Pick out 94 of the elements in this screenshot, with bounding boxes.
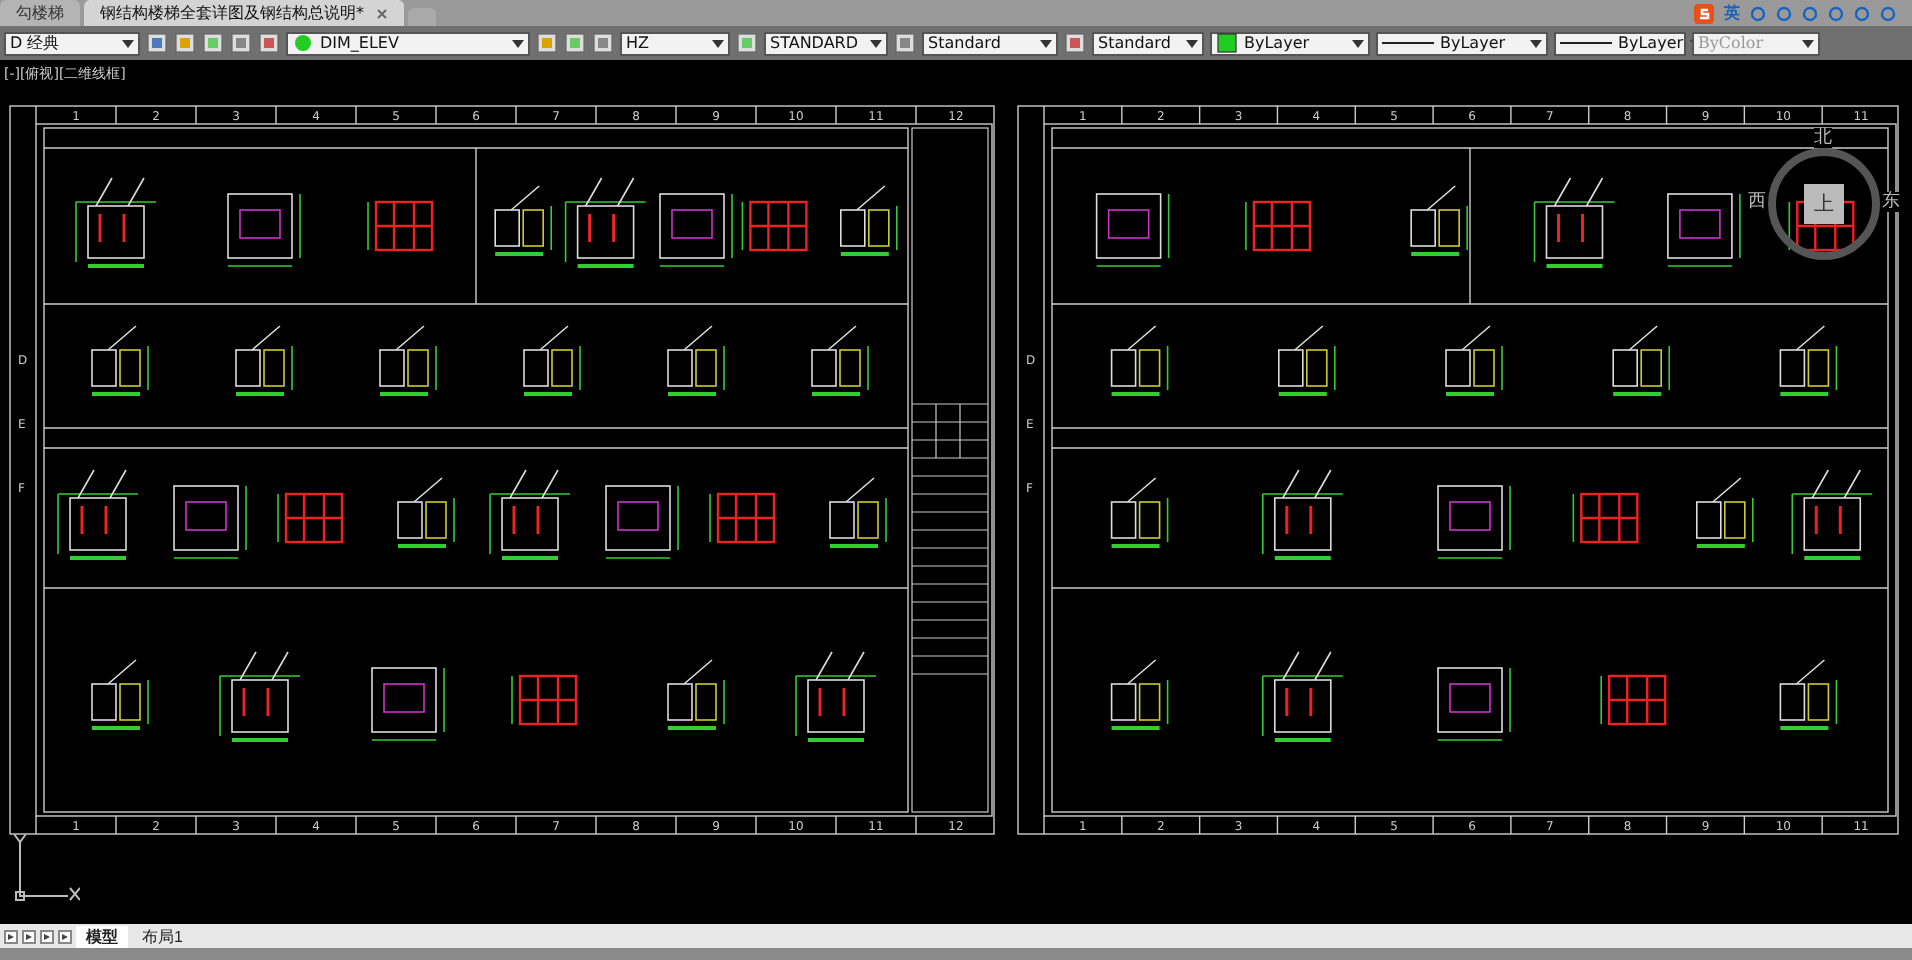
caret-icon bbox=[1186, 39, 1198, 47]
connection-detail-drawing bbox=[494, 185, 552, 256]
color-swatch-icon bbox=[1216, 32, 1238, 54]
base-plate-plan-drawing bbox=[1667, 193, 1741, 267]
compass-west-label: 西 bbox=[1748, 192, 1766, 212]
connection-detail-drawing bbox=[840, 185, 898, 256]
rebar-grid-drawing bbox=[1600, 674, 1667, 726]
toolbar-icon[interactable] bbox=[146, 32, 168, 54]
base-plate-plan-drawing bbox=[173, 485, 247, 559]
base-plate-plan-drawing bbox=[371, 667, 445, 741]
dropdown-field[interactable]: ByLayer bbox=[1376, 31, 1548, 55]
rebar-grid-drawing bbox=[1245, 200, 1312, 252]
toolbar-icon[interactable] bbox=[736, 32, 758, 54]
dropdown-field[interactable]: STANDARD bbox=[764, 31, 888, 55]
caret-icon bbox=[1352, 39, 1364, 47]
caret-icon bbox=[512, 39, 524, 47]
dropdown-field[interactable]: Standard bbox=[1092, 31, 1204, 55]
rebar-grid-drawing bbox=[367, 200, 434, 252]
connection-detail-drawing bbox=[235, 325, 293, 396]
connection-detail-drawing bbox=[1612, 325, 1670, 396]
dropdown-field[interactable]: Standard bbox=[922, 31, 1058, 55]
connection-detail-drawing bbox=[1410, 185, 1468, 256]
first-tab-icon[interactable] bbox=[4, 929, 18, 943]
caret-icon bbox=[1040, 39, 1052, 47]
caret-icon bbox=[1802, 39, 1814, 47]
dropdown-field[interactable]: HZ bbox=[620, 31, 730, 55]
previous-tab-icon[interactable] bbox=[22, 929, 36, 943]
column-base-detail-drawing bbox=[1533, 177, 1616, 268]
connection-detail-drawing bbox=[91, 659, 149, 730]
toolbar-icon[interactable] bbox=[536, 32, 558, 54]
rebar-grid-drawing bbox=[1572, 492, 1639, 544]
compass-east-label: 东 bbox=[1882, 192, 1900, 212]
base-plate-plan-drawing bbox=[1437, 667, 1511, 741]
ucs-axes-icon bbox=[12, 832, 80, 904]
document-tab[interactable]: 钢结构楼梯全套详图及钢结构总说明* bbox=[84, 0, 404, 26]
toolbar-icon[interactable] bbox=[202, 32, 224, 54]
caret-icon bbox=[122, 39, 134, 47]
column-base-detail-drawing bbox=[795, 651, 877, 742]
base-plate-plan-drawing bbox=[1437, 485, 1511, 559]
base-plate-plan-drawing bbox=[227, 193, 301, 267]
caret-icon bbox=[1530, 39, 1542, 47]
connection-detail-drawing bbox=[1110, 477, 1169, 548]
close-icon[interactable] bbox=[376, 7, 388, 19]
connection-detail-drawing bbox=[1110, 325, 1169, 396]
dropdown-field[interactable]: D 经典 bbox=[4, 31, 140, 55]
connection-detail-drawing bbox=[829, 477, 887, 548]
toolbar-icon[interactable] bbox=[1064, 32, 1086, 54]
toolbar-icon[interactable] bbox=[174, 32, 196, 54]
column-base-detail-drawing bbox=[57, 469, 139, 560]
caret-icon bbox=[870, 39, 882, 47]
base-plate-plan-drawing bbox=[605, 485, 679, 559]
rebar-grid-drawing bbox=[709, 492, 776, 544]
connection-detail-drawing bbox=[1696, 477, 1754, 548]
base-plate-plan-drawing bbox=[659, 193, 733, 267]
rebar-grid-drawing bbox=[277, 492, 344, 544]
dropdown-field[interactable]: ByLayer bbox=[1210, 31, 1370, 55]
toolbar-icon[interactable] bbox=[258, 32, 280, 54]
connection-detail-drawing bbox=[667, 659, 725, 730]
connection-detail-drawing bbox=[811, 325, 869, 396]
connection-detail-drawing bbox=[1445, 325, 1503, 396]
dropdown-field[interactable]: ByLayer bbox=[1554, 31, 1686, 55]
connection-detail-drawing bbox=[397, 477, 455, 548]
connection-detail-drawing bbox=[1110, 659, 1169, 730]
column-base-detail-drawing bbox=[75, 177, 157, 268]
toolbar-icon[interactable] bbox=[230, 32, 252, 54]
base-plate-plan-drawing bbox=[1095, 193, 1170, 267]
column-base-detail-drawing bbox=[489, 469, 571, 560]
rebar-grid-drawing bbox=[511, 674, 578, 726]
connection-detail-drawing bbox=[1278, 325, 1336, 396]
column-base-detail-drawing bbox=[1262, 469, 1344, 560]
compass-north-label: 北 bbox=[1814, 128, 1832, 148]
toolbar-icon[interactable] bbox=[592, 32, 614, 54]
toolbar-icon[interactable] bbox=[894, 32, 916, 54]
connection-detail-drawing bbox=[523, 325, 581, 396]
connection-detail-drawing bbox=[1779, 325, 1838, 396]
connection-detail-drawing bbox=[91, 325, 149, 396]
column-base-detail-drawing bbox=[1262, 651, 1344, 742]
layer-state-icon bbox=[292, 32, 314, 54]
layout-tab[interactable]: 模型 bbox=[76, 925, 128, 947]
column-base-detail-drawing bbox=[1791, 469, 1874, 560]
connection-detail-drawing bbox=[667, 325, 725, 396]
column-base-detail-drawing bbox=[219, 651, 301, 742]
next-tab-icon[interactable] bbox=[40, 929, 54, 943]
input-method-logo-icon[interactable] bbox=[1694, 3, 1714, 23]
connection-detail-drawing bbox=[1779, 659, 1838, 730]
connection-detail-drawing bbox=[379, 325, 437, 396]
document-tab[interactable]: 勾楼梯 bbox=[0, 0, 80, 26]
toolbar-icon[interactable] bbox=[564, 32, 586, 54]
rebar-grid-drawing bbox=[741, 200, 808, 252]
cube-top-face[interactable]: 上 bbox=[1804, 184, 1844, 224]
last-tab-icon[interactable] bbox=[58, 929, 72, 943]
dropdown-field[interactable]: DIM_ELEV bbox=[286, 31, 530, 55]
column-base-detail-drawing bbox=[564, 177, 647, 268]
caret-icon bbox=[712, 39, 724, 47]
